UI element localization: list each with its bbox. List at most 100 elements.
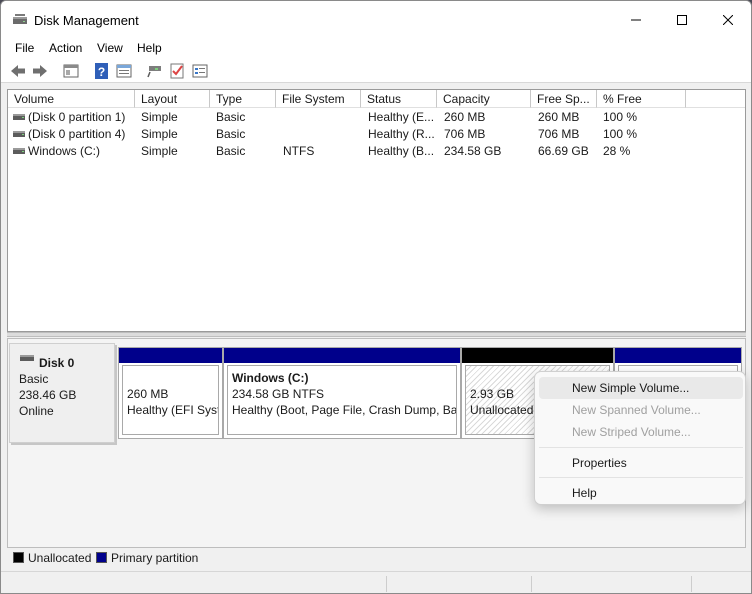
svg-text:?: ?: [98, 65, 105, 79]
unallocated-bar: [462, 348, 613, 363]
disk-state: Online: [19, 404, 54, 418]
cell-percent-free: 100 %: [603, 127, 638, 141]
column-header-volume[interactable]: Volume: [8, 90, 135, 108]
menu-item-label: Properties: [572, 456, 627, 470]
cell-status: Healthy (B...: [368, 144, 435, 158]
disk-type: Basic: [19, 372, 49, 386]
partition-efi[interactable]: 260 MB Healthy (EFI Syste: [118, 347, 223, 439]
table-row[interactable]: Windows (C:) Simple Basic NTFS Healthy (…: [8, 143, 745, 160]
cell-free-space: 260 MB: [538, 110, 580, 124]
cell-volume: (Disk 0 partition 1): [28, 110, 126, 124]
disk-size: 238.46 GB: [19, 388, 77, 402]
check-icon[interactable]: [168, 62, 186, 80]
close-icon: [723, 15, 733, 25]
disk-0-label[interactable]: Disk 0 Basic 238.46 GB Online: [9, 343, 115, 443]
menu-item-label: New Simple Volume...: [572, 381, 690, 395]
forward-icon[interactable]: [31, 62, 49, 80]
menu-bar: File Action View Help: [1, 39, 751, 59]
connect-icon[interactable]: [146, 62, 164, 80]
cell-status: Healthy (R...: [368, 127, 435, 141]
cell-percent-free: 28 %: [603, 144, 631, 158]
cell-layout: Simple: [141, 144, 178, 158]
title-bar: Disk Management: [1, 1, 751, 39]
status-bar: [1, 571, 751, 593]
cell-type: Basic: [216, 127, 246, 141]
menu-separator: [539, 477, 743, 478]
status-divider: [386, 576, 387, 592]
cell-capacity: 234.58 GB: [444, 144, 502, 158]
menu-help[interactable]: Help: [137, 41, 162, 55]
back-icon[interactable]: [9, 62, 27, 80]
column-header-layout[interactable]: Layout: [135, 90, 210, 108]
primary-partition-bar: [119, 348, 222, 363]
menu-item-label: Help: [572, 486, 597, 500]
menu-item-new-striped-volume: New Striped Volume...: [539, 421, 743, 443]
table-row[interactable]: (Disk 0 partition 1) Simple Basic Health…: [8, 109, 745, 126]
column-header-status[interactable]: Status: [361, 90, 437, 108]
legend-swatch-primary: [96, 552, 107, 563]
volume-icon: [13, 131, 25, 137]
disk-icon: [20, 355, 34, 361]
cell-type: Basic: [216, 110, 246, 124]
partition-windows-c[interactable]: Windows (C:) 234.58 GB NTFS Healthy (Boo…: [223, 347, 461, 439]
partition-title: Windows (C:): [232, 371, 309, 385]
menu-item-help[interactable]: Help: [539, 482, 743, 504]
minimize-button[interactable]: [613, 1, 659, 39]
column-header-capacity[interactable]: Capacity: [437, 90, 531, 108]
status-divider: [691, 576, 692, 592]
primary-partition-bar: [615, 348, 741, 363]
minimize-icon: [631, 19, 641, 21]
cell-capacity: 260 MB: [444, 110, 486, 124]
toolbar: ?: [1, 59, 751, 83]
cell-free-space: 706 MB: [538, 127, 580, 141]
menu-file[interactable]: File: [15, 41, 34, 55]
partition-size: 260 MB: [127, 387, 169, 401]
disk-management-app-icon: [13, 14, 27, 24]
disk-management-window: Disk Management File Action View Help ? …: [0, 0, 752, 594]
maximize-icon: [677, 15, 687, 25]
settings-list-icon[interactable]: [191, 62, 209, 80]
menu-item-new-spanned-volume: New Spanned Volume...: [539, 399, 743, 421]
partition-status: Healthy (EFI Syste: [127, 403, 218, 417]
cell-type: Basic: [216, 144, 246, 158]
cell-layout: Simple: [141, 127, 178, 141]
cell-status: Healthy (E...: [368, 110, 435, 124]
primary-partition-bar: [224, 348, 460, 363]
column-header-type[interactable]: Type: [210, 90, 276, 108]
maximize-button[interactable]: [659, 1, 705, 39]
menu-separator: [539, 447, 743, 448]
partition-status: Healthy (Boot, Page File, Crash Dump, Ba…: [232, 403, 456, 417]
menu-item-label: New Spanned Volume...: [572, 403, 701, 417]
column-header-file-system[interactable]: File System: [276, 90, 361, 108]
status-divider: [531, 576, 532, 592]
properties-icon[interactable]: [115, 62, 133, 80]
volume-icon: [13, 114, 25, 120]
partition-size: 234.58 GB NTFS: [232, 387, 325, 401]
table-row[interactable]: (Disk 0 partition 4) Simple Basic Health…: [8, 126, 745, 143]
menu-item-properties[interactable]: Properties: [539, 452, 743, 474]
disk-name: Disk 0: [39, 356, 75, 370]
help-icon[interactable]: ?: [93, 62, 111, 80]
cell-volume: (Disk 0 partition 4): [28, 127, 126, 141]
legend-label-primary: Primary partition: [111, 551, 199, 565]
column-header-percent-free[interactable]: % Free: [597, 90, 686, 108]
cell-layout: Simple: [141, 110, 178, 124]
volume-list: Volume Layout Type File System Status Ca…: [7, 89, 746, 332]
legend-label-unallocated: Unallocated: [28, 551, 92, 565]
column-header-free-space[interactable]: Free Sp...: [531, 90, 597, 108]
cell-volume: Windows (C:): [28, 144, 101, 158]
column-header-blank: [686, 90, 745, 108]
console-tree-icon[interactable]: [62, 62, 80, 80]
menu-action[interactable]: Action: [49, 41, 82, 55]
pane-splitter[interactable]: [7, 332, 746, 337]
cell-file-system: NTFS: [283, 144, 315, 158]
legend-swatch-unallocated: [13, 552, 24, 563]
close-button[interactable]: [705, 1, 751, 39]
legend: Unallocated Primary partition: [7, 549, 746, 569]
cell-capacity: 706 MB: [444, 127, 486, 141]
volume-icon: [13, 148, 25, 154]
context-menu: New Simple Volume... New Spanned Volume.…: [534, 371, 746, 505]
cell-free-space: 66.69 GB: [538, 144, 589, 158]
menu-item-new-simple-volume[interactable]: New Simple Volume...: [539, 377, 743, 399]
menu-view[interactable]: View: [97, 41, 123, 55]
